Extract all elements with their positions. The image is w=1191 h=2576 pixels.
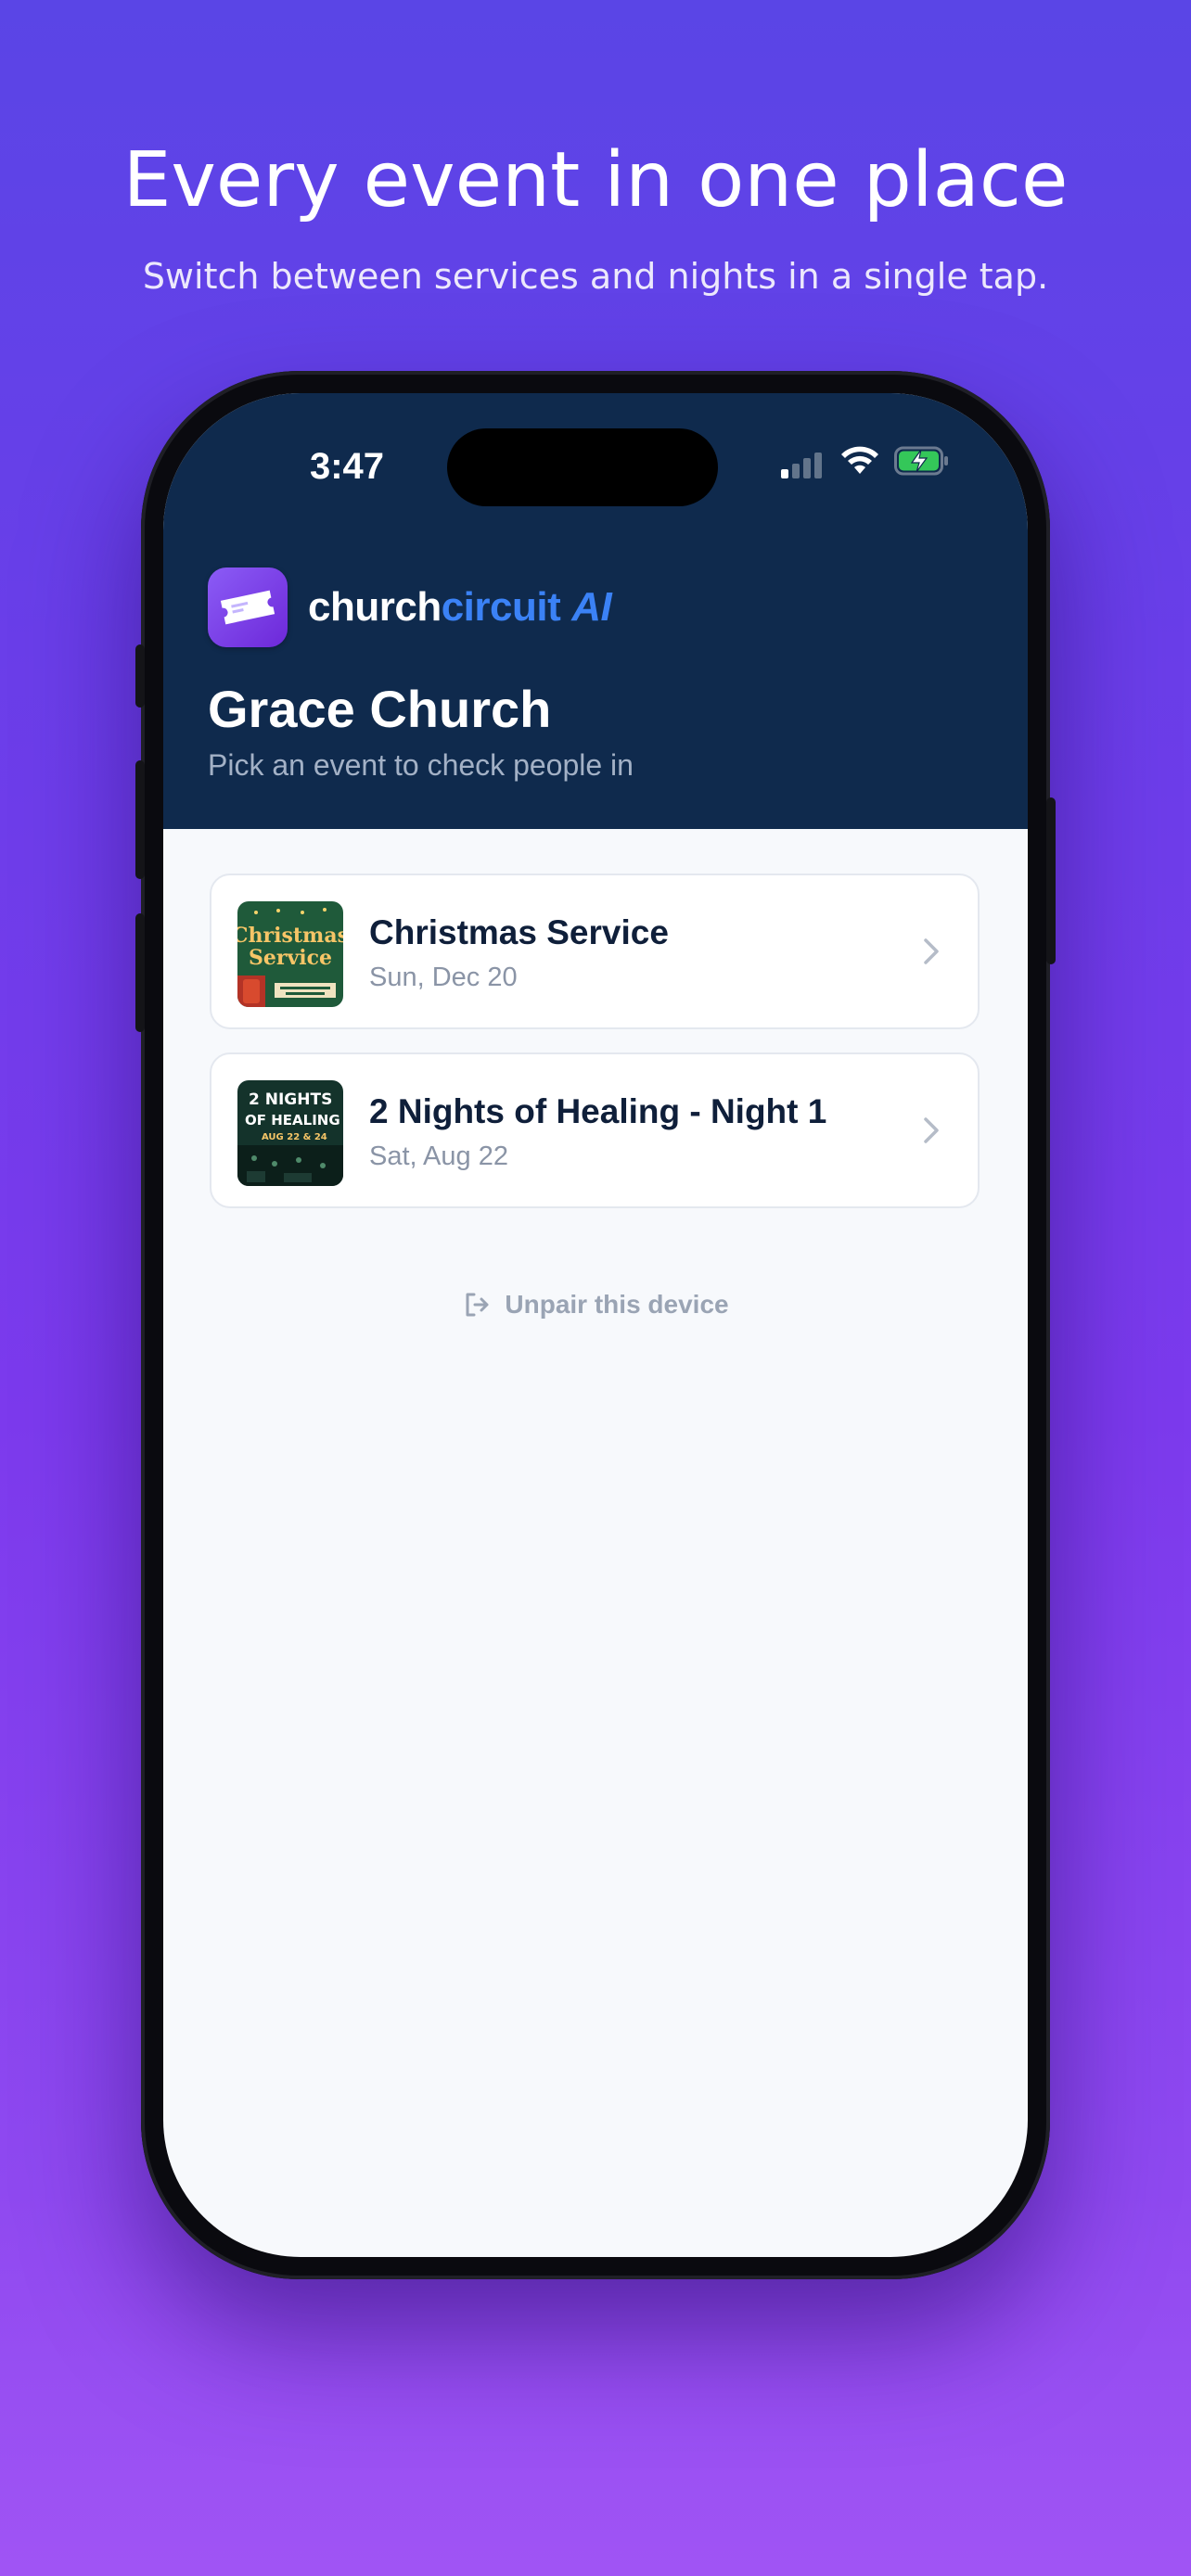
- marketing-subheadline: Switch between services and nights in a …: [142, 256, 1049, 297]
- organization-title: Grace Church: [208, 680, 552, 738]
- app-header: 3:47 churchcircuit AI Grace Church Pick …: [163, 393, 1028, 829]
- phone-power-button: [1046, 797, 1056, 964]
- phone-action-button: [135, 644, 145, 708]
- phone-volume-down-button: [135, 913, 145, 1032]
- event-title: Christmas Service: [369, 913, 669, 951]
- thumbnail-line-2: Service: [249, 946, 332, 970]
- phone-screen: 3:47 churchcircuit AI Grace Church Pick …: [163, 393, 1028, 2257]
- event-thumbnail: 2 NIGHTS OF HEALING AUG 22 & 24: [237, 1080, 343, 1186]
- event-date: Sun, Dec 20: [369, 963, 518, 992]
- thumbnail-line-1: Christmas: [237, 924, 343, 948]
- event-thumbnail: Christmas Service: [237, 901, 343, 1007]
- header-subtitle: Pick an event to check people in: [208, 748, 634, 782]
- app-logo-icon: [208, 567, 288, 647]
- battery-charging-icon: [894, 446, 948, 476]
- phone-frame: 3:47 churchcircuit AI Grace Church Pick …: [135, 371, 1056, 2279]
- chevron-right-icon: [924, 1117, 939, 1143]
- status-bar-time: 3:47: [309, 446, 385, 487]
- event-card-christmas-service[interactable]: Christmas Service Christmas Service Sun,…: [210, 874, 980, 1029]
- unpair-device-button[interactable]: Unpair this device: [163, 1282, 1028, 1328]
- event-date: Sat, Aug 22: [369, 1141, 508, 1171]
- phone-volume-up-button: [135, 760, 145, 879]
- brand-wordmark: churchcircuit AI: [308, 584, 612, 630]
- dynamic-island: [447, 428, 718, 506]
- thumbnail-line-2: OF HEALING: [245, 1112, 340, 1129]
- thumbnail-line-3: AUG 22 & 24: [262, 1132, 327, 1142]
- wifi-icon: [841, 446, 878, 474]
- thumbnail-line-1: 2 NIGHTS: [249, 1090, 332, 1109]
- event-title: 2 Nights of Healing - Night 1: [369, 1092, 827, 1130]
- chevron-right-icon: [924, 938, 939, 964]
- sign-out-icon: [466, 1293, 489, 1317]
- brand-logo-row: churchcircuit AI: [208, 567, 612, 647]
- unpair-device-label: Unpair this device: [505, 1290, 729, 1319]
- event-card-2-nights-of-healing[interactable]: 2 NIGHTS OF HEALING AUG 22 & 24 2 Nights…: [210, 1052, 980, 1208]
- marketing-headline: Every event in one place: [122, 136, 1069, 224]
- cellular-signal-icon: [781, 451, 827, 478]
